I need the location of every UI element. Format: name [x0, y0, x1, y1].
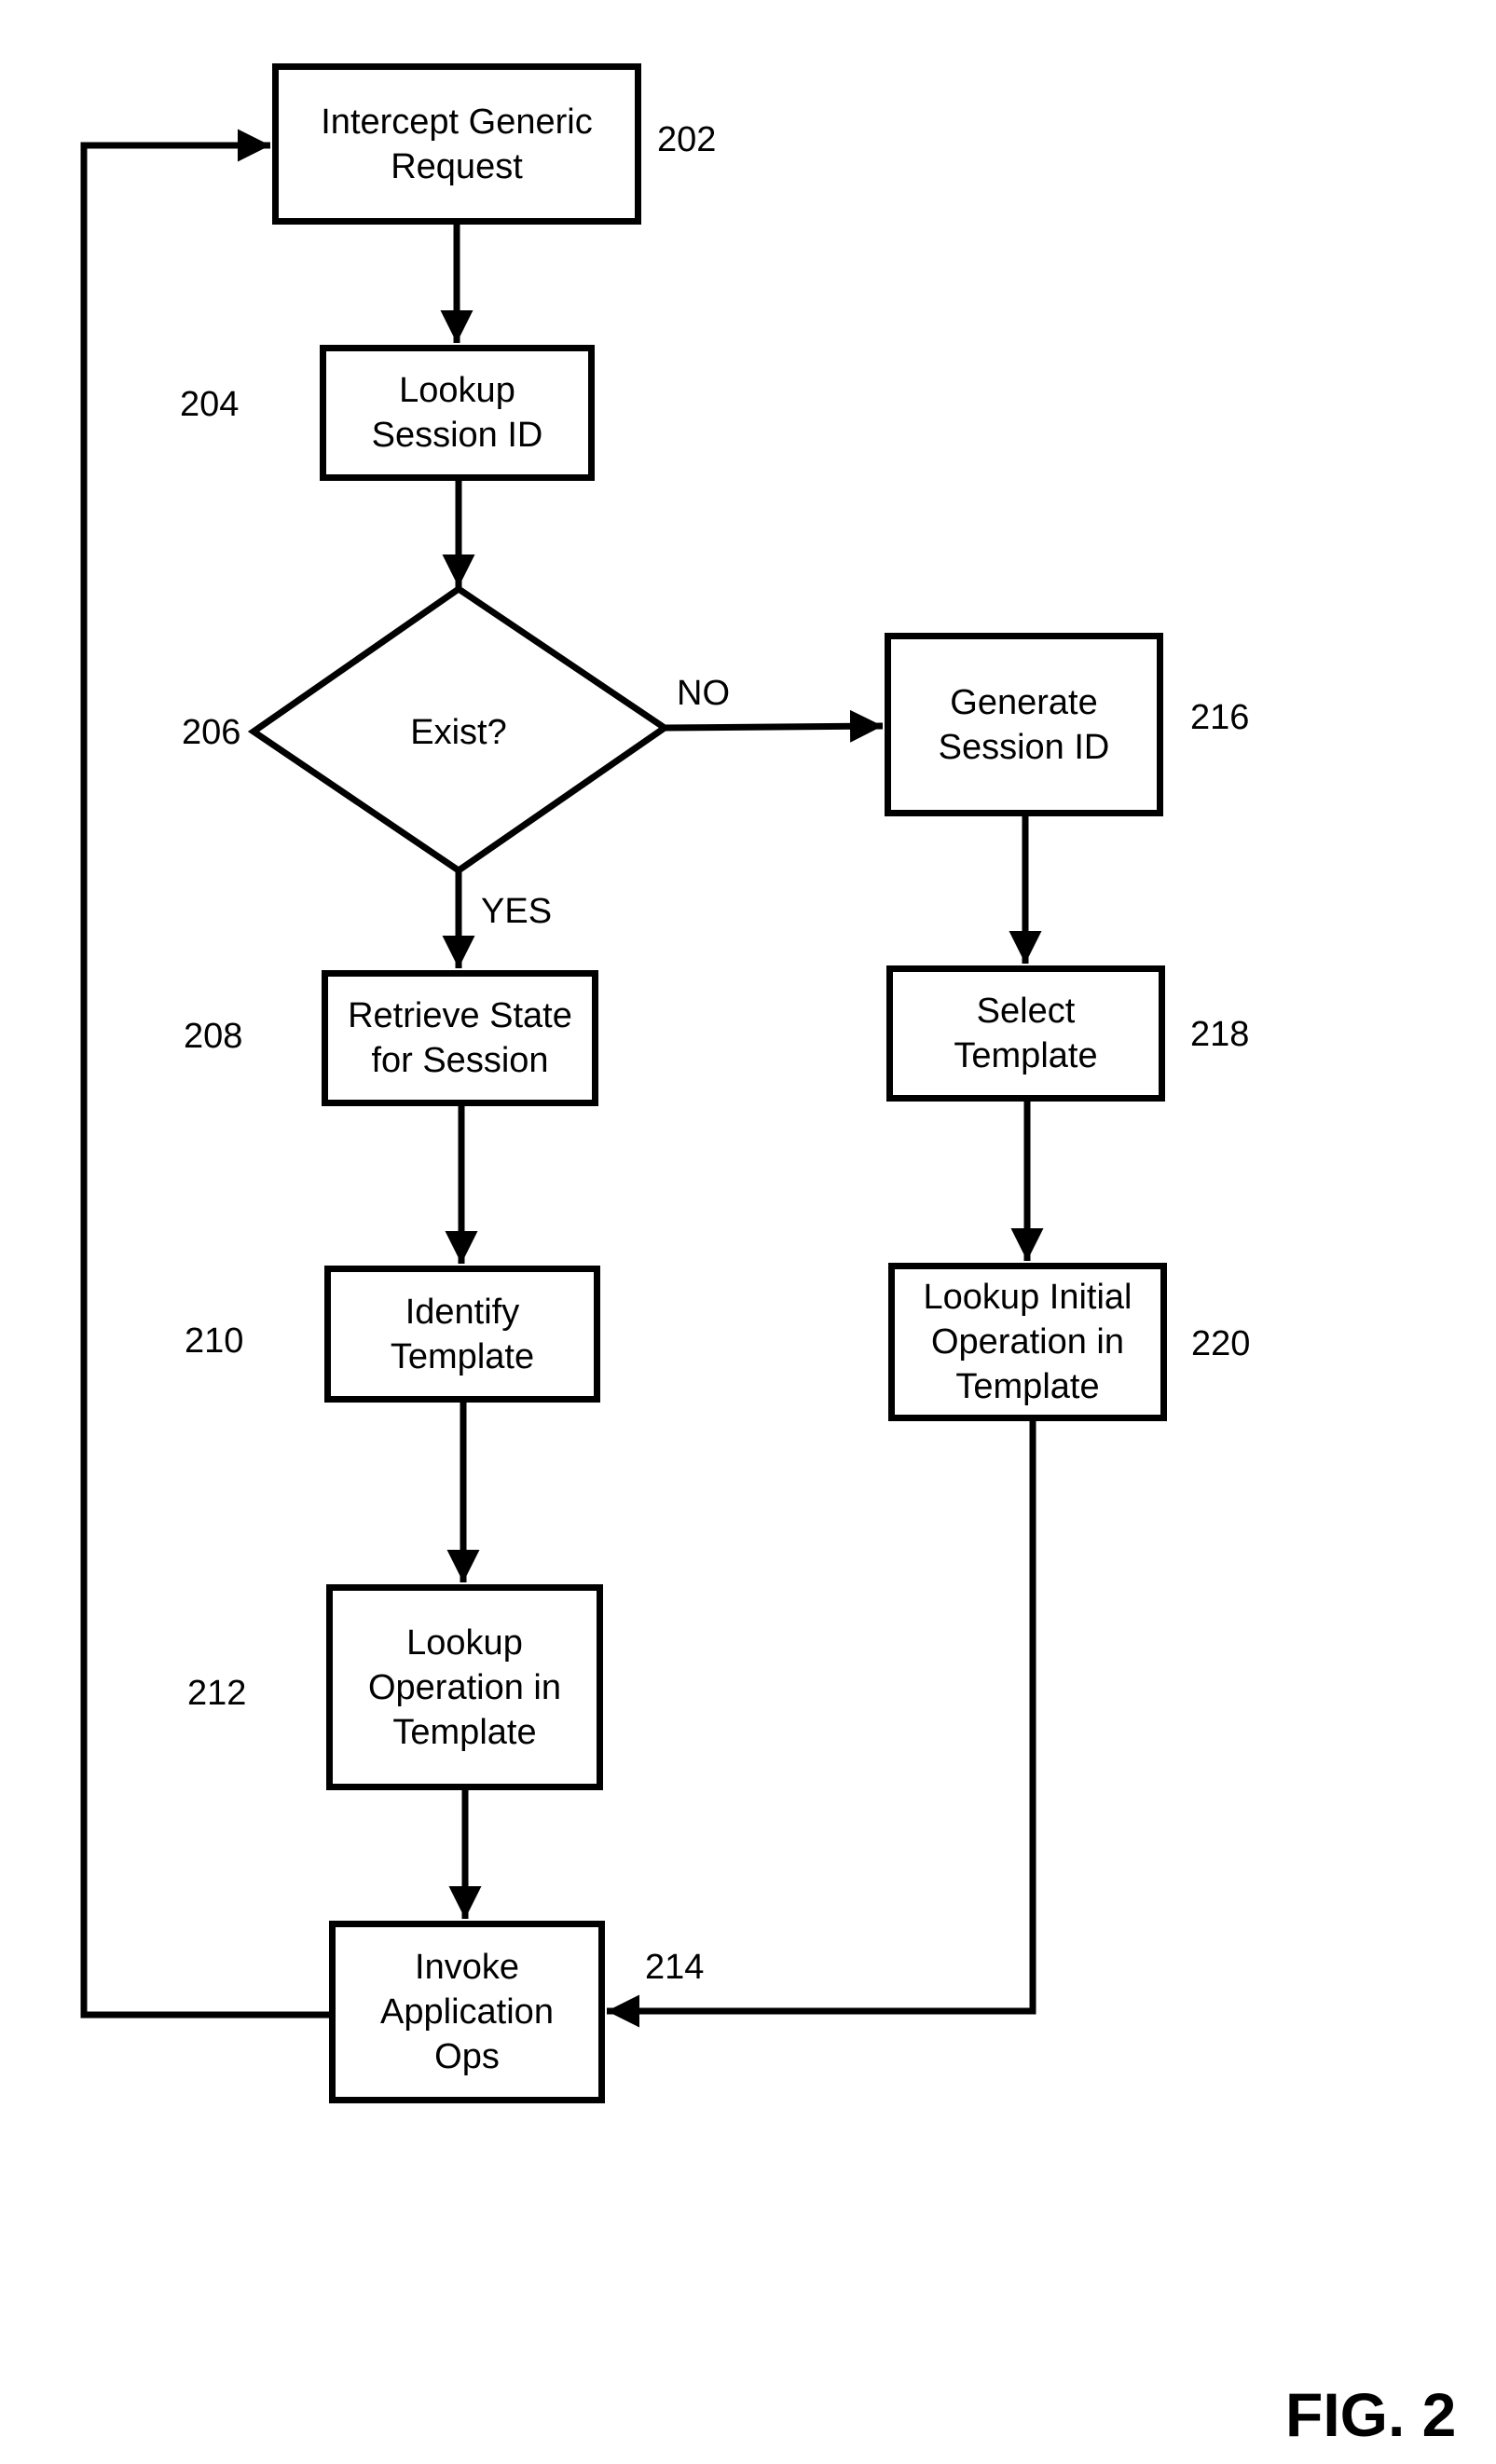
edge-220-214 [607, 1421, 1036, 2028]
process-box-204-text: Lookup Session ID [371, 371, 543, 455]
edge-206-216-no [664, 709, 884, 743]
edge-214-202-loop [80, 129, 329, 2019]
ref-label-202: 202 [657, 120, 717, 159]
branch-label-yes: YES [481, 892, 553, 931]
process-box-218: Select Template [886, 965, 1165, 1102]
process-box-202-text: Intercept Generic Request [321, 102, 593, 186]
process-box-212: Lookup Operation in Template [326, 1584, 603, 1790]
process-box-208: Retrieve State for Session [322, 970, 598, 1106]
ref-label-216: 216 [1190, 698, 1250, 737]
process-box-210-text: Identify Template [390, 1292, 535, 1376]
process-box-202: Intercept Generic Request [272, 63, 641, 225]
ref-label-220: 220 [1191, 1324, 1251, 1363]
decision-206-text: Exist? [410, 713, 507, 752]
ref-label-210: 210 [185, 1321, 244, 1361]
figure-label: FIG. 2 [1285, 2380, 1457, 2449]
process-box-216: Generate Session ID [885, 633, 1163, 816]
process-box-210: Identify Template [324, 1266, 600, 1403]
ref-label-204: 204 [180, 385, 240, 424]
flowchart-connectors [80, 129, 1044, 2028]
process-box-208-text: Retrieve State for Session [348, 996, 572, 1080]
ref-label-212: 212 [187, 1674, 247, 1713]
ref-label-218: 218 [1190, 1015, 1250, 1054]
process-box-218-text: Select Template [954, 992, 1098, 1075]
process-box-204: Lookup Session ID [320, 345, 595, 481]
process-box-214-text: Invoke Application Ops [380, 1948, 554, 2076]
process-box-220: Lookup Initial Operation in Template [888, 1263, 1167, 1421]
ref-label-206: 206 [182, 713, 241, 752]
process-box-214: Invoke Application Ops [329, 1921, 605, 2103]
process-box-220-text: Lookup Initial Operation in Template [923, 1278, 1132, 1406]
ref-label-214: 214 [645, 1948, 705, 1987]
ref-label-208: 208 [184, 1017, 243, 1056]
branch-label-no: NO [677, 674, 730, 713]
process-box-212-text: Lookup Operation in Template [367, 1622, 561, 1752]
process-box-216-text: Generate Session ID [938, 682, 1110, 767]
